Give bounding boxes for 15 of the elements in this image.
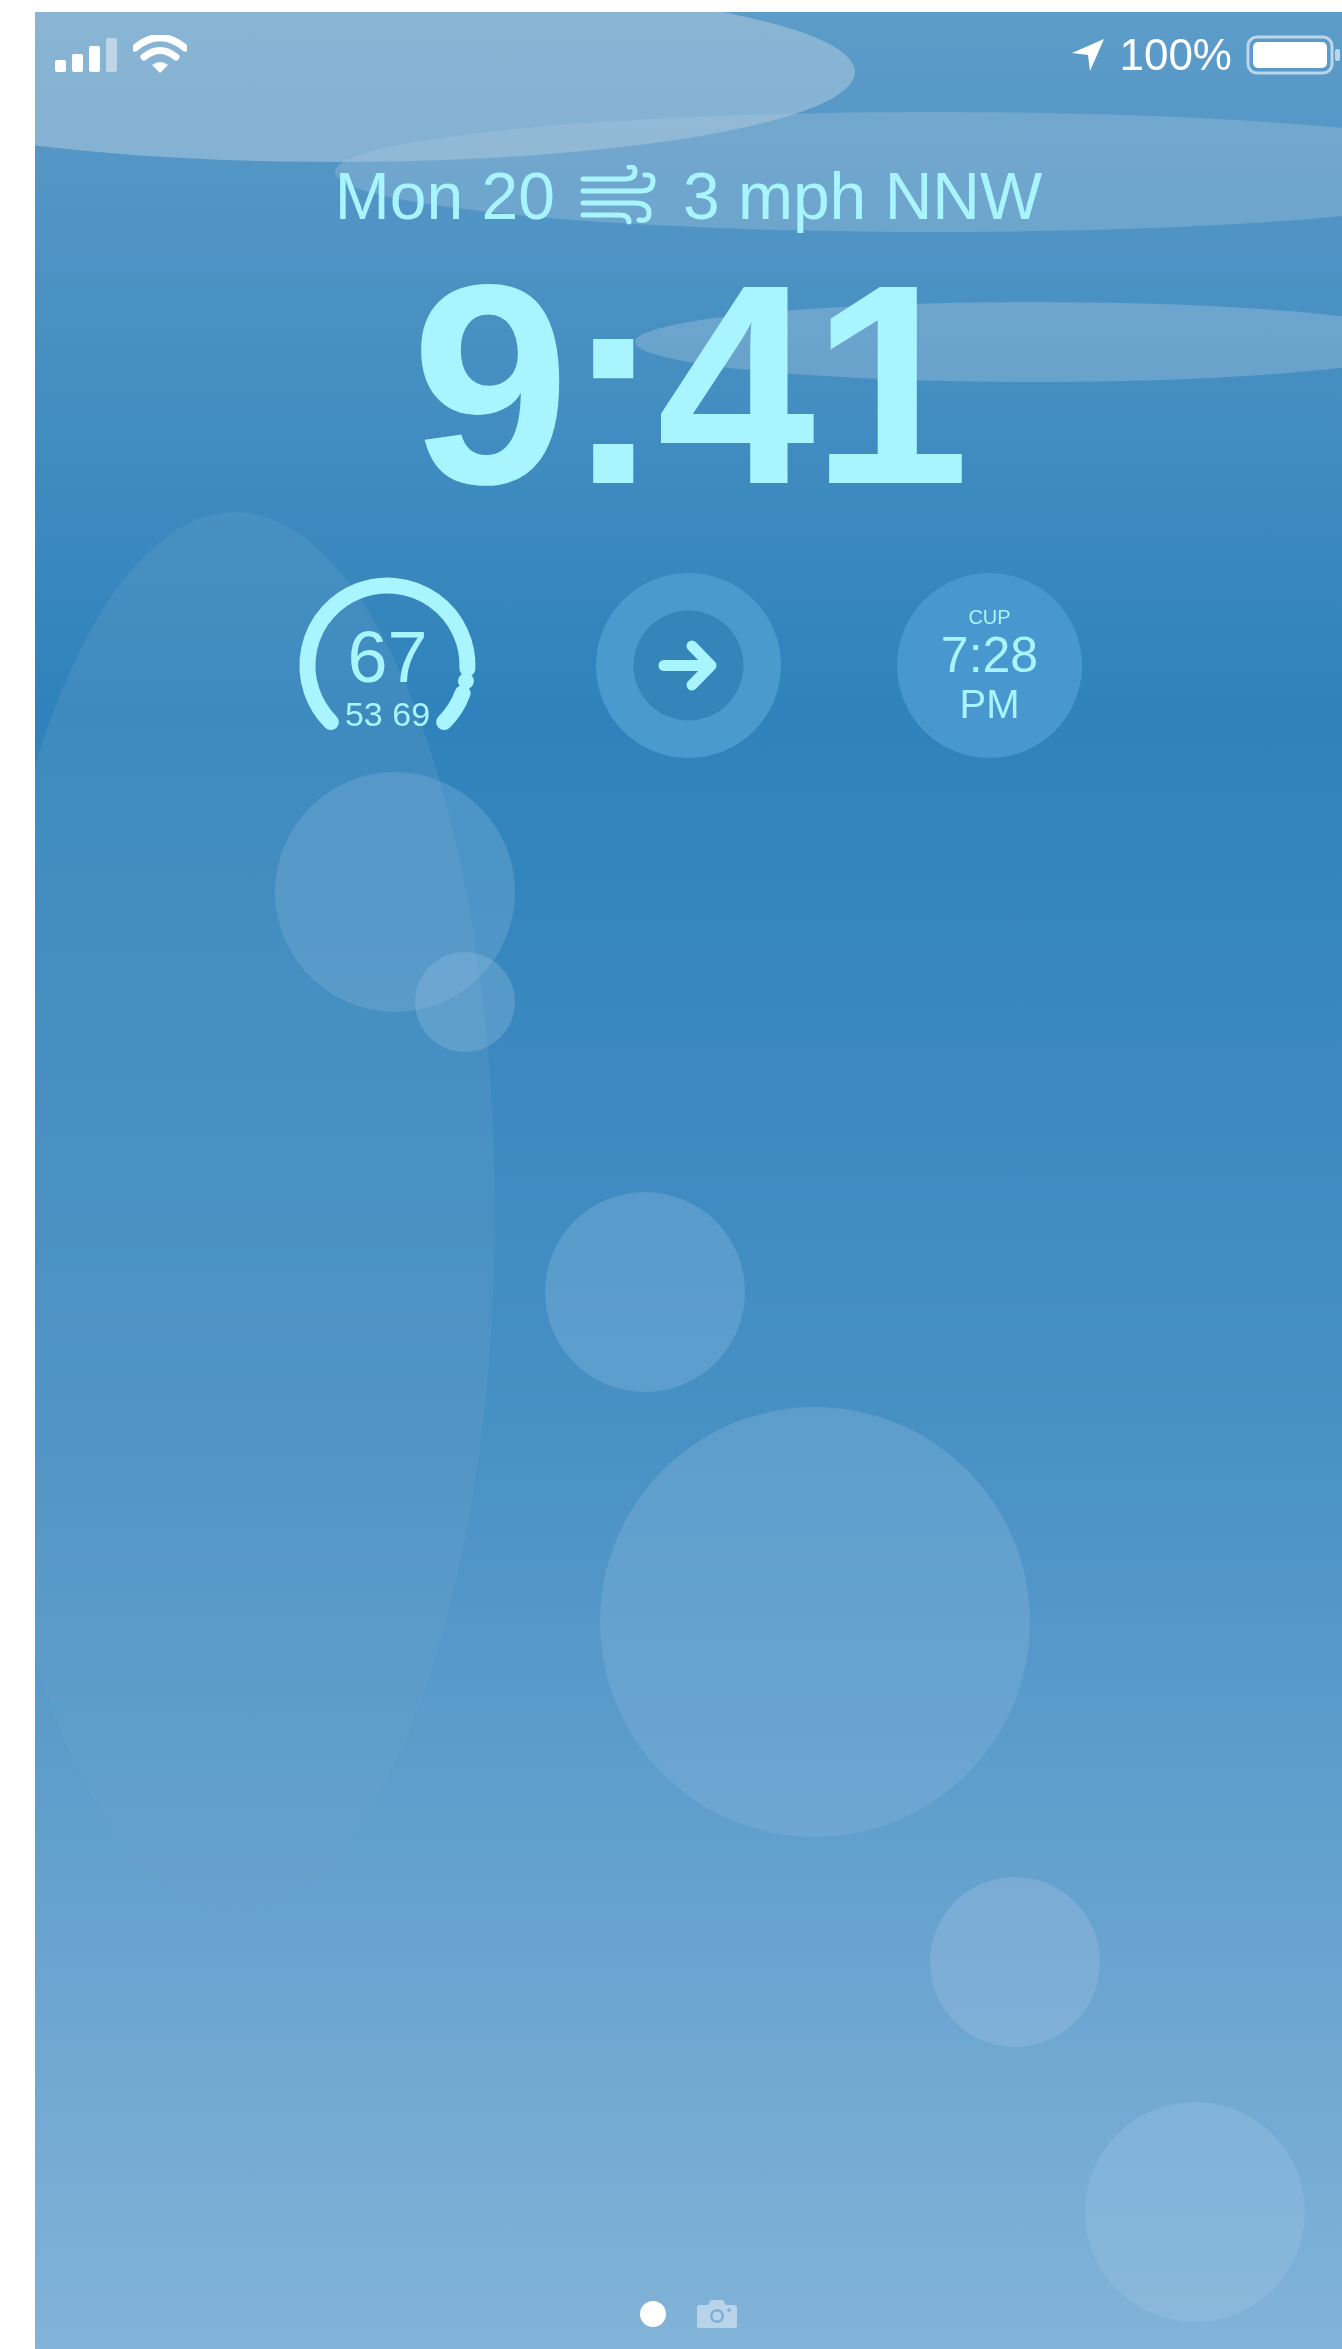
clock-time: 7:28 — [940, 626, 1039, 685]
clock-time-large: 9:41 — [411, 242, 966, 527]
location-icon — [1071, 38, 1106, 72]
date-label: Mon 20 — [334, 158, 555, 234]
camera-icon[interactable] — [695, 2299, 738, 2329]
shortcut-widget[interactable] — [596, 573, 781, 758]
wifi-icon — [133, 35, 187, 75]
battery-percentage: 100% — [1119, 30, 1232, 80]
signal-icon — [55, 38, 119, 72]
temperature-range: 53 69 — [344, 696, 431, 731]
clock-period: PM — [959, 684, 1020, 725]
city-label: CUP — [968, 606, 1011, 627]
battery-icon — [1246, 35, 1342, 75]
temperature-value: 67 — [347, 620, 428, 693]
wind-label: 3 mph NNW — [682, 158, 1043, 234]
